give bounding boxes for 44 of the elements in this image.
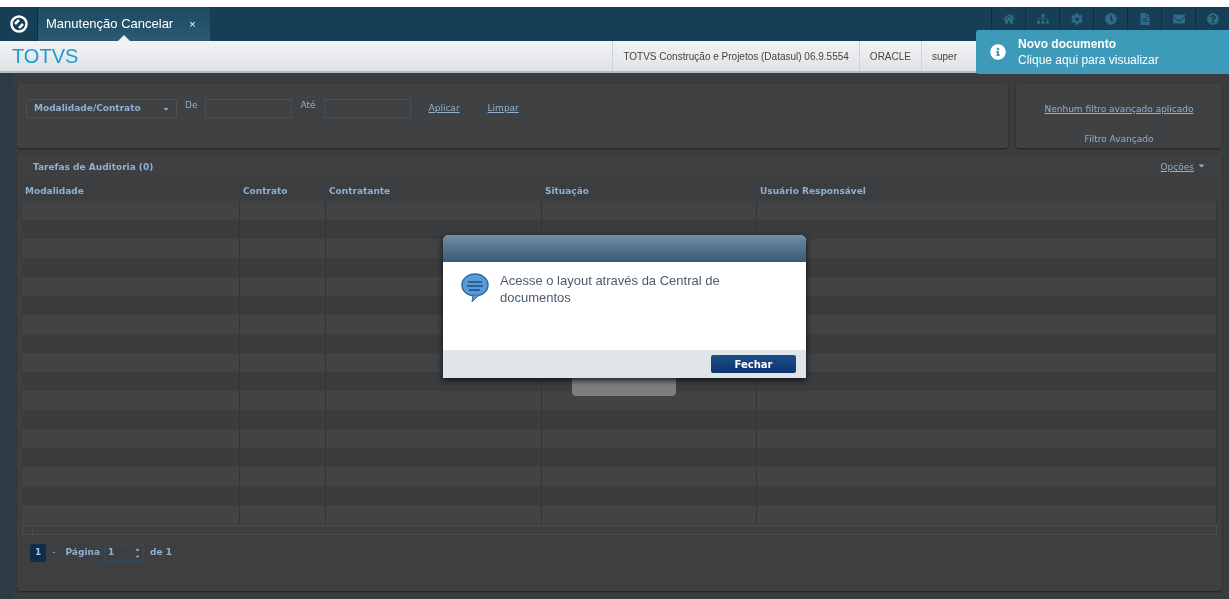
column-header[interactable]: Usuário Responsável — [757, 182, 1217, 201]
options-link[interactable]: Opções — [1160, 161, 1194, 175]
column-header[interactable]: Situação — [542, 182, 757, 201]
dialog-message: Acesse o layout através da Central de documentos — [500, 272, 721, 307]
page-total: de 1 — [149, 546, 172, 560]
clock-icon[interactable] — [1104, 13, 1117, 25]
tab-label: Manutenção Cancelar — [46, 15, 174, 34]
page-label: Página — [65, 546, 100, 560]
to-label: Até — [300, 99, 316, 112]
column-header[interactable]: Contratante — [326, 182, 542, 201]
from-date-field[interactable] — [205, 99, 293, 118]
settings-icon[interactable] — [1070, 13, 1083, 25]
info-icon — [990, 44, 1006, 60]
toast-message: Clique aqui para visualizar — [1018, 52, 1159, 68]
document-icon[interactable] — [1138, 13, 1151, 25]
sitemap-icon[interactable] — [1036, 13, 1049, 25]
tab-close-button[interactable]: × — [189, 15, 196, 33]
toast-notification[interactable]: Novo documento Clique aqui para visualizar — [976, 30, 1229, 74]
speech-bubble-icon — [460, 272, 490, 304]
toast-title: Novo documento — [1018, 36, 1117, 52]
column-header[interactable]: Modalidade — [22, 182, 240, 201]
close-dialog-button[interactable]: Fechar — [711, 355, 796, 373]
advanced-filter-title: Filtro Avançado — [1084, 132, 1154, 146]
grid-title: Tarefas de Auditoria (0) — [33, 161, 155, 175]
header-info: super — [921, 41, 967, 71]
apply-link[interactable]: Aplicar — [428, 102, 460, 116]
mail-icon[interactable] — [1172, 13, 1185, 25]
column-header[interactable]: Contrato — [240, 182, 326, 201]
header-info: ORACLE — [858, 41, 921, 71]
page-number-button[interactable]: 1 — [30, 544, 47, 562]
from-label: De — [185, 99, 198, 112]
page-number-field[interactable]: 1 — [103, 545, 144, 561]
clear-link[interactable]: Limpar — [487, 102, 519, 116]
tab[interactable]: Manutenção Cancelar × — [38, 7, 210, 41]
to-date-field[interactable] — [323, 99, 411, 118]
decrement-icon[interactable] — [133, 553, 141, 560]
totvs-logo: TOTVS — [12, 44, 79, 69]
pager-separator: - — [52, 546, 56, 560]
help-icon[interactable] — [1206, 13, 1219, 25]
filter-select[interactable]: Modalidade/Contrato — [26, 99, 177, 118]
advanced-filter-link[interactable]: Nenhum filtro avançado aplicado — [1044, 103, 1194, 117]
header-info: TOTVS Construção e Projetos (Datasul) 06.9.5554 — [612, 41, 859, 71]
increment-icon[interactable] — [133, 546, 141, 553]
home-icon[interactable] — [1002, 13, 1015, 25]
